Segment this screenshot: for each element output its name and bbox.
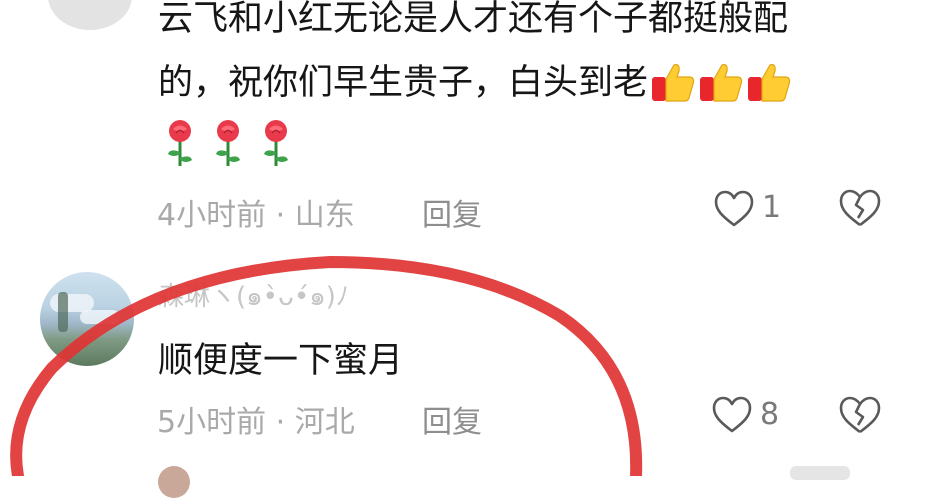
broken-heart-icon[interactable] [838, 395, 882, 435]
thumbs-up-icon [746, 59, 792, 105]
thumbs-up-icon [698, 59, 744, 105]
comment-meta: 4小时前 · 山东 [157, 198, 355, 233]
comment-text-line: 云飞和小红无论是人才还有个子都挺般配 [158, 0, 789, 39]
comment-text-line: 的，祝你们早生贵子，白头到老 [158, 52, 792, 114]
reply-button[interactable]: 回复 [422, 190, 482, 234]
heart-icon[interactable] [714, 190, 754, 228]
reply-button[interactable]: 回复 [422, 397, 482, 441]
like-count: 1 [762, 190, 782, 225]
thumbs-up-icon [650, 59, 696, 105]
avatar[interactable] [48, 0, 132, 30]
rose-icon [160, 118, 200, 168]
rose-icon [256, 118, 296, 168]
comment-meta: 5小时前 · 河北 [157, 405, 355, 440]
broken-heart-icon[interactable] [838, 188, 882, 228]
heart-icon[interactable] [712, 396, 752, 434]
avatar-cloud [80, 310, 120, 324]
avatar[interactable] [40, 272, 134, 366]
rose-icon [208, 118, 248, 168]
comment-text: 的，祝你们早生贵子，白头到老 [158, 63, 649, 103]
avatar-tree [58, 292, 68, 332]
username[interactable]: 森琳ヽ(๑•̀ᴗ•́๑)ﾉ [158, 276, 349, 317]
partial-element [790, 466, 850, 480]
comment-text: 顺便度一下蜜月 [158, 341, 404, 381]
avatar[interactable] [158, 466, 190, 498]
like-count: 8 [760, 397, 780, 432]
rose-emoji-row [160, 118, 304, 170]
